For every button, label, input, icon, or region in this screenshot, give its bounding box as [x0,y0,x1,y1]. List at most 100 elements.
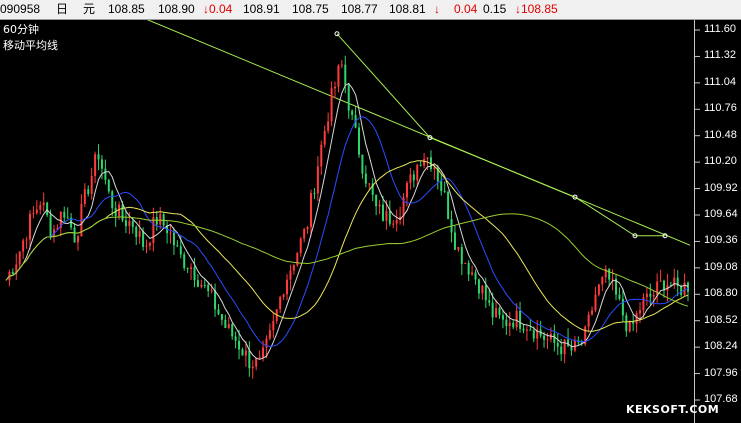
candle-body [687,282,689,292]
candle-body [238,340,241,350]
candle-body [83,189,86,204]
candle-body [464,262,467,264]
candle-body [244,350,247,356]
value-1: 108.91 [243,2,280,16]
candle-body [100,159,103,169]
candle-body [190,267,193,269]
symbol-code: 090958 [0,2,41,16]
candle-body [25,239,28,241]
price-tick-label: 109.64 [704,208,738,220]
candle-body [467,262,470,275]
candle-body [330,88,333,122]
candle-body [200,284,203,287]
candle-body [385,211,388,221]
candle-body [241,349,244,356]
candle-body [395,219,398,224]
candle-body [104,168,107,180]
candle-body [135,226,138,237]
currency-label: 元 [83,2,96,16]
candle-body [292,265,295,271]
candle-body [35,209,38,213]
candle-body [405,182,408,198]
candle-body [258,357,261,359]
candle-body [73,227,76,243]
candle-body [477,279,480,294]
candle-body [453,232,456,250]
candle-body [375,194,378,207]
candle-body [426,157,429,159]
price-chart[interactable] [0,20,741,423]
candle-body [447,191,450,220]
candle-body [433,167,436,169]
candle-body [262,347,265,358]
candle-body [327,121,330,131]
candle-body [587,314,590,327]
candle-body [525,329,528,331]
value-3: 108.77 [341,2,378,16]
candle-body [155,217,158,225]
candle-body [515,310,518,328]
candle-body [659,280,662,282]
change-value: 0.04 [454,2,478,16]
candle-body [142,231,145,247]
candle-body [501,315,504,320]
candle-body [481,285,484,294]
candle-body [162,214,165,226]
candle-body [645,293,648,298]
candle-body [248,350,251,369]
high-value: 108.90 [158,2,195,16]
candle-body [131,220,134,227]
candle-body [234,336,237,341]
candle-body [196,280,199,287]
price-tick-label: 111.32 [704,49,737,62]
candle-body [90,176,93,194]
candle-body [316,166,319,194]
candle-body [28,213,31,240]
candle-body [361,154,364,174]
candle-body [176,245,179,247]
candle-body [440,181,443,192]
candle-body [505,319,508,327]
candle-body [652,294,655,297]
candle-body [224,319,227,328]
candle-body [32,212,35,214]
candle-body [159,214,162,225]
chart-background [0,20,741,423]
candle-body [207,284,210,292]
candle-body [498,307,501,316]
candle-body [639,310,642,314]
candle-body [419,164,422,166]
candle-body [289,270,292,280]
candle-body [460,247,463,264]
candle-body [148,243,151,246]
change-down-value: ↓0.04 [203,2,233,16]
down-arrow-icon: ↓ [434,2,440,16]
candle-body [94,154,97,177]
candle-body [334,86,337,89]
candle-body [649,293,652,297]
candle-body [76,236,79,243]
candle-body [488,300,491,303]
candle-body [563,339,566,355]
candle-body [299,238,302,254]
candle-body [347,85,350,111]
candle-body [457,247,460,250]
candle-body [22,240,25,252]
last-value: 108.81 [389,2,426,16]
candle-body [512,322,515,328]
candle-body [508,322,511,327]
candle-body [282,294,285,297]
candle-body [416,164,419,181]
candle-body [152,217,155,244]
candle-body [491,302,494,318]
candle-body [220,314,223,320]
price-tick-label: 109.36 [704,234,738,247]
candle-body [18,251,21,265]
candle-body [392,223,395,225]
candle-body [11,271,14,275]
candle-body [618,294,621,299]
candle-body [42,202,45,206]
candle-body [529,329,532,331]
candle-body [138,231,141,237]
price-tick-label: 110.48 [704,128,737,141]
